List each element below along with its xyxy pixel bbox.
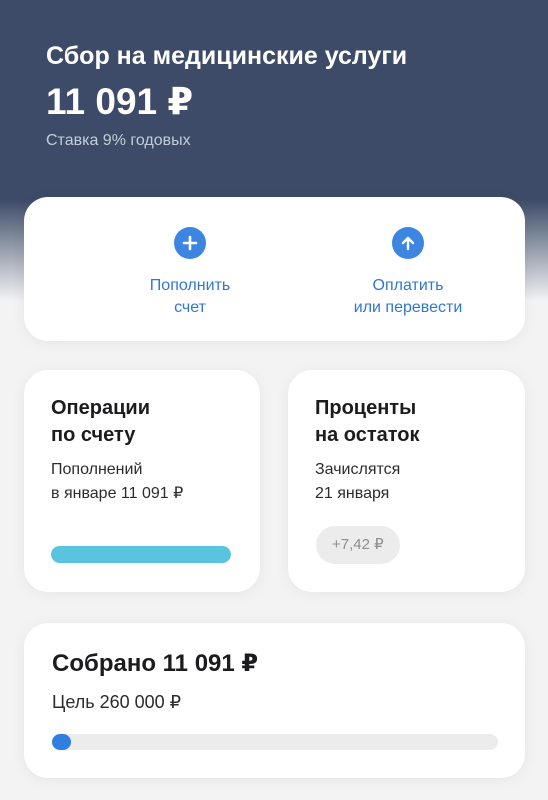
- interest-title: Проценты на остаток: [315, 397, 420, 446]
- plus-icon: [174, 227, 206, 259]
- arrow-up-icon: [392, 227, 424, 259]
- actions-card: Пополнить счет Оплатить или перевести: [24, 197, 525, 341]
- interest-card[interactable]: Проценты на остаток Зачислятся 21 января…: [288, 370, 525, 592]
- operations-progress-bar: [51, 546, 231, 563]
- interest-rate: Ставка 9% годовых: [46, 132, 191, 149]
- interest-accrual-date: Зачислятся 21 января: [315, 461, 401, 502]
- pay-transfer-button[interactable]: Оплатить или перевести: [308, 227, 508, 319]
- operations-summary: Пополнений в январе 11 091 ₽: [51, 461, 184, 502]
- interest-amount-chip: +7,42 ₽: [316, 526, 400, 564]
- goal-collected: Собрано 11 091 ₽: [52, 650, 259, 677]
- topup-button[interactable]: Пополнить счет: [90, 227, 290, 319]
- account-balance: 11 091 ₽: [46, 81, 194, 122]
- topup-label: Пополнить счет: [149, 277, 231, 316]
- account-title: Сбор на медицинские услуги: [46, 42, 408, 70]
- operations-progress-fill: [51, 546, 231, 563]
- goal-progress-fill: [52, 734, 72, 750]
- operations-title: Операции по счету: [51, 397, 150, 446]
- goal-target: Цель 260 000 ₽: [52, 692, 182, 712]
- operations-card[interactable]: Операции по счету Пополнений в январе 11…: [24, 370, 260, 592]
- pay-transfer-label: Оплатить или перевести: [353, 277, 463, 316]
- goal-card[interactable]: Собрано 11 091 ₽ Цель 260 000 ₽: [24, 623, 525, 778]
- goal-progress-bar: [52, 734, 498, 750]
